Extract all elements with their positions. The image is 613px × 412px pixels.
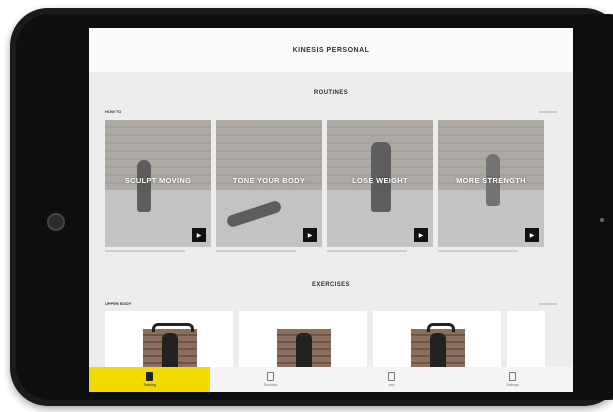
exercise-card[interactable] [373,311,501,371]
routine-card[interactable]: SCULPT MOVING ▶ [105,120,211,247]
routines-icon [267,372,274,381]
camera-icon [47,213,65,231]
settings-icon [509,372,516,381]
tab-label: Training [143,383,156,387]
routine-meta [105,249,211,253]
tab-settings[interactable]: Settings [452,367,573,392]
routine-meta [216,249,322,253]
routine-meta [438,249,544,253]
info-icon [388,372,395,381]
tab-routines[interactable]: Routines [210,367,331,392]
routine-title: MORE STRENGTH [456,176,526,185]
app-title: KINESIS PERSONAL [292,46,370,54]
exercises-subheader: UPPER BODY [105,301,557,306]
see-all-link[interactable] [539,302,557,305]
athlete-figure [296,333,312,371]
tab-training[interactable]: Training [89,367,210,392]
routine-card[interactable]: TONE YOUR BODY ▶ [216,120,322,247]
see-all-link[interactable] [539,110,557,113]
routine-meta [327,249,433,253]
routine-title: SCULPT MOVING [124,176,192,185]
routines-subsection-label: HOW TO [105,109,122,114]
meta-line [105,250,185,252]
athlete-figure [430,333,446,371]
tab-bar: Training Routines Info Settings [89,367,573,392]
athlete-arms [152,323,194,332]
tab-info[interactable]: Info [331,367,452,392]
exercise-card[interactable] [239,311,367,371]
training-icon [146,372,153,381]
exercises-subsection-label: UPPER BODY [105,301,132,306]
meta-line [438,250,518,252]
play-icon[interactable]: ▶ [192,228,206,242]
meta-line [327,250,407,252]
play-icon[interactable]: ▶ [414,228,428,242]
routine-title: LOSE WEIGHT [352,176,408,185]
exercise-card[interactable] [105,311,233,371]
routine-card[interactable]: MORE STRENGTH ▶ [438,120,544,247]
sensor-dot [600,218,604,222]
routine-title: TONE YOUR BODY [232,176,306,185]
app-header: KINESIS PERSONAL [89,28,573,72]
play-icon[interactable]: ▶ [303,228,317,242]
athlete-figure [162,333,178,371]
exercises-section-title: EXERCISES [312,282,350,288]
app-screen: KINESIS PERSONAL ROUTINES HOW TO SCULPT … [89,28,573,392]
tab-label: Settings [506,383,519,387]
routine-card[interactable]: LOSE WEIGHT ▶ [327,120,433,247]
meta-line [216,250,296,252]
exercise-card[interactable] [507,311,545,371]
routines-section-title: ROUTINES [313,90,349,96]
tab-label: Info [388,383,395,387]
play-icon[interactable]: ▶ [525,228,539,242]
routines-subheader: HOW TO [105,109,557,114]
tab-label: Routines [263,383,278,387]
athlete-arms [427,323,455,332]
